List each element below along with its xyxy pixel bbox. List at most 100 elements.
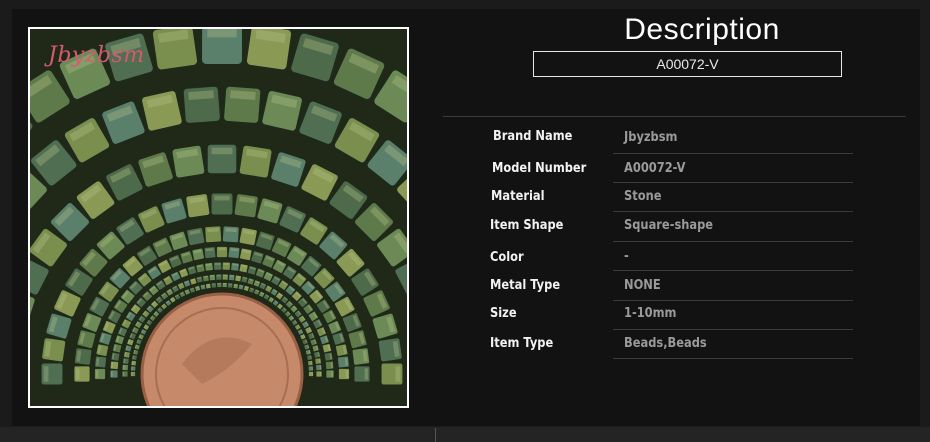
bead <box>307 365 314 372</box>
bead <box>41 337 67 363</box>
bead <box>130 371 136 377</box>
bead <box>314 357 322 365</box>
bead <box>73 347 93 366</box>
bead <box>260 89 304 133</box>
bead <box>121 363 129 372</box>
bead <box>208 273 216 282</box>
bead <box>76 329 97 349</box>
bead <box>123 350 131 359</box>
spec-label-metal-type: Metal Type <box>490 278 561 293</box>
bead-strands-illustration <box>30 29 407 406</box>
bead <box>216 246 228 258</box>
bead <box>40 362 64 386</box>
product-image-frame[interactable]: Jbyzbsm <box>28 27 409 408</box>
bead <box>140 89 184 133</box>
spec-row-divider <box>613 270 853 271</box>
bead <box>199 29 245 67</box>
bead <box>186 265 198 276</box>
bead <box>130 359 137 367</box>
spec-value-material: Stone <box>624 189 662 204</box>
bead <box>347 329 368 349</box>
bead <box>315 370 323 378</box>
spec-row-divider <box>613 182 853 183</box>
bead <box>227 246 241 259</box>
spec-row-divider <box>613 329 853 330</box>
bead <box>122 357 130 365</box>
bead <box>338 368 350 380</box>
bead <box>325 369 335 379</box>
bead <box>210 192 234 216</box>
bead <box>199 283 207 291</box>
bead <box>194 285 201 292</box>
bead <box>195 275 204 284</box>
spec-value-model-number: A00072-V <box>624 161 686 176</box>
bead <box>95 343 109 357</box>
bead <box>313 350 321 359</box>
bead <box>206 143 238 175</box>
bead <box>239 247 253 261</box>
bead <box>205 282 212 290</box>
bead <box>215 273 223 281</box>
bead <box>228 273 236 282</box>
bead <box>222 225 240 244</box>
spec-value-metal-type: NONE <box>624 278 661 293</box>
bead <box>234 274 242 283</box>
bead <box>232 282 239 290</box>
spec-label-model-number: Model Number <box>492 161 587 176</box>
bead <box>109 360 120 370</box>
bottom-divider <box>435 428 436 442</box>
spec-label-brand-name: Brand Name <box>493 129 573 144</box>
bead <box>221 282 228 288</box>
spec-value-size: 1-10mm <box>624 306 677 321</box>
bead <box>380 362 404 386</box>
header-divider <box>443 116 906 117</box>
bead <box>203 246 217 259</box>
bead <box>204 225 222 244</box>
bead <box>185 193 211 219</box>
bead <box>94 368 106 380</box>
bead <box>321 343 332 354</box>
page-title: Description <box>624 13 780 46</box>
bead <box>191 247 205 261</box>
bead <box>323 351 334 362</box>
bead <box>238 263 249 274</box>
bead <box>324 360 335 370</box>
spec-value-color: - <box>624 249 629 264</box>
model-code-box: A00072-V <box>533 51 842 77</box>
bead <box>244 29 294 72</box>
bead <box>171 144 206 179</box>
bead <box>109 369 119 379</box>
bead <box>230 262 240 272</box>
bead <box>222 84 263 125</box>
bead <box>335 343 349 357</box>
bead <box>306 354 313 361</box>
bead <box>221 273 229 281</box>
bead <box>216 282 223 288</box>
bead <box>195 263 206 274</box>
spec-label-color: Color <box>490 250 524 265</box>
bead <box>377 337 403 363</box>
bead <box>337 355 350 369</box>
bead <box>307 359 314 367</box>
bead <box>204 262 214 272</box>
brand-watermark: Jbyzbsm <box>48 43 145 68</box>
spec-value-brand-name: Jbyzbsm <box>624 130 678 145</box>
bead <box>238 144 273 179</box>
bead <box>73 365 91 383</box>
bead <box>112 343 123 354</box>
bead <box>131 354 138 361</box>
bead <box>308 371 314 377</box>
bead <box>237 283 245 291</box>
spec-row-divider <box>613 211 853 212</box>
spec-row-divider <box>613 241 853 242</box>
bead <box>315 363 323 372</box>
bead <box>311 344 320 353</box>
bead <box>213 261 223 271</box>
product-image: Jbyzbsm <box>30 29 407 406</box>
bead <box>121 370 129 378</box>
bead <box>227 282 234 289</box>
spec-label-item-shape: Item Shape <box>490 218 564 233</box>
spec-label-item-type: Item Type <box>490 336 554 351</box>
spec-row-divider <box>613 153 853 154</box>
bead <box>150 29 200 72</box>
